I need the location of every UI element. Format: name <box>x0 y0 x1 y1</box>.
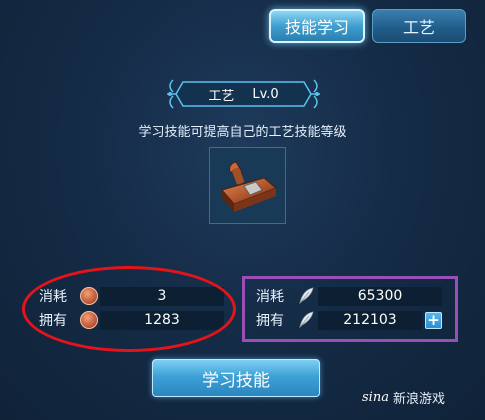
skill-item-slot <box>209 147 286 224</box>
learn-skill-button[interactable]: 学习技能 <box>152 359 320 397</box>
sina-watermark: sina 新浪游戏 <box>362 388 445 407</box>
sina-logo-icon: sina <box>362 390 389 405</box>
tab-craft[interactable]: 工艺 <box>372 9 466 43</box>
purple-annotation-box <box>242 276 458 342</box>
wood-plane-icon <box>221 161 277 212</box>
skill-level: Lv.0 <box>252 86 279 102</box>
red-annotation-circle <box>22 266 236 352</box>
skill-description: 学习技能可提高自己的工艺技能等级 <box>138 125 347 140</box>
tab-skill-learning[interactable]: 技能学习 <box>269 9 365 43</box>
watermark-text: 新浪游戏 <box>392 392 445 407</box>
skill-name: 工艺 <box>208 88 235 104</box>
skill-title-banner: 工艺 Lv.0 <box>165 70 322 118</box>
